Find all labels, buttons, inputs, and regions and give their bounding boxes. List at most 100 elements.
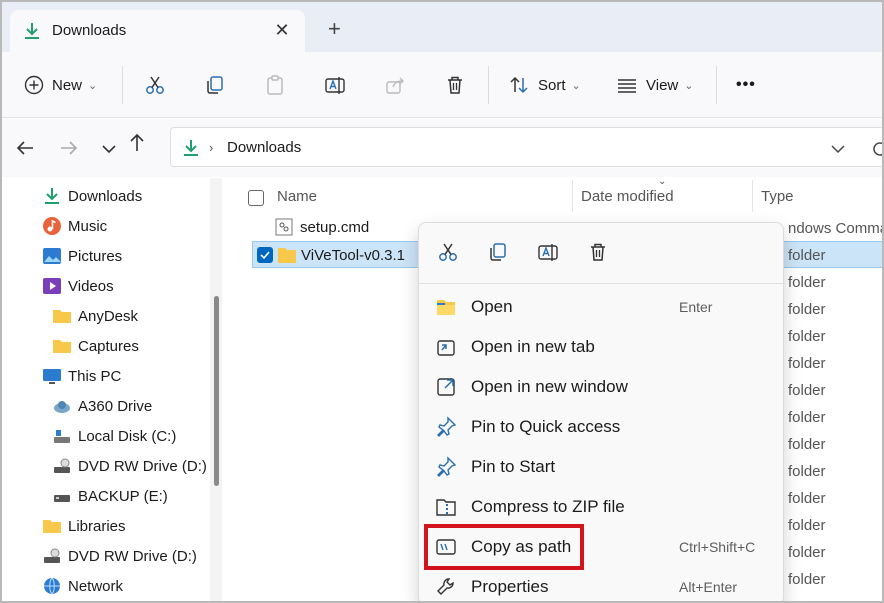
sidebar-item-backup[interactable]: BACKUP (E:) (52, 484, 168, 508)
command-bar: New ⌄ Sort ⌄ View ⌄ ••• (2, 52, 882, 118)
sidebar-item-label: DVD RW Drive (D:) (68, 547, 197, 565)
sidebar-item-label: Pictures (68, 247, 123, 265)
sidebar-item-this-pc[interactable]: This PC (42, 364, 121, 388)
tab-downloads[interactable]: Downloads ✕ (10, 10, 305, 52)
properties-icon (437, 578, 454, 595)
sidebar-item-pictures[interactable]: Pictures (42, 244, 122, 268)
highlight-annotation-box (424, 524, 584, 570)
column-header-date-modified[interactable]: Date modified (581, 188, 674, 205)
type-cell: folder (788, 409, 826, 426)
chevron-down-icon: ⌄ (571, 79, 581, 92)
sidebar-item-downloads[interactable]: Downloads (42, 184, 142, 208)
new-button[interactable]: New ⌄ (24, 72, 97, 98)
menu-item-compress-to-zip[interactable]: Compress to ZIP file (433, 488, 771, 524)
folder-icon (53, 310, 71, 323)
sidebar-item-libraries[interactable]: Libraries (42, 514, 126, 538)
menu-item-label: Compress to ZIP file (471, 497, 625, 516)
file-name: setup.cmd (300, 219, 370, 236)
new-label: New (52, 76, 83, 94)
pictures-icon (43, 248, 61, 264)
pc-icon (43, 369, 61, 384)
copy-button[interactable] (204, 72, 226, 98)
clipboard-icon (267, 75, 283, 95)
rename-icon[interactable] (537, 241, 559, 263)
menu-item-open-in-new-window[interactable]: Open in new window (433, 368, 771, 404)
row-checkbox-checked[interactable] (257, 247, 273, 263)
type-cell: folder (788, 571, 826, 588)
drive-icon (54, 495, 70, 502)
divider (122, 66, 123, 104)
download-icon (25, 23, 39, 39)
sidebar-item-captures[interactable]: Captures (52, 334, 139, 358)
sort-chevron-icon: ⌄ (658, 176, 667, 187)
sidebar-scrollbar-thumb[interactable] (214, 296, 219, 486)
pin-icon (437, 416, 457, 437)
menu-item-pin-to-quick-access[interactable]: Pin to Quick access (433, 408, 771, 444)
sidebar-item-label: DVD RW Drive (D:) (78, 457, 207, 475)
select-all-checkbox[interactable] (248, 190, 264, 206)
more-options-button[interactable]: ••• (736, 72, 756, 98)
menu-item-open-in-new-tab[interactable]: Open in new tab (433, 328, 771, 364)
sidebar-item-music[interactable]: Music (42, 214, 107, 238)
sidebar-item-dvd-drive-2[interactable]: DVD RW Drive (D:) (42, 544, 197, 568)
download-icon (45, 188, 59, 204)
column-header-name[interactable]: Name (277, 188, 317, 205)
menu-item-properties[interactable]: Properties Alt+Enter (433, 568, 771, 601)
menu-item-open[interactable]: Open Enter (433, 288, 771, 324)
sort-label: Sort (538, 76, 566, 94)
copy-icon[interactable] (487, 241, 509, 263)
rename-button[interactable] (324, 72, 346, 98)
sidebar-item-label: Music (68, 217, 108, 235)
address-bar[interactable]: › Downloads (170, 127, 884, 167)
sidebar-item-network[interactable]: Network (42, 574, 123, 598)
sidebar-item-videos[interactable]: Videos (42, 274, 114, 298)
folder-icon (278, 248, 296, 263)
tab-title: Downloads (52, 22, 127, 39)
menu-item-label: Open in new window (471, 377, 628, 396)
menu-item-pin-to-start[interactable]: Pin to Start (433, 448, 771, 484)
breadcrumb-downloads[interactable]: Downloads (227, 139, 301, 156)
view-button[interactable]: View ⌄ (616, 72, 693, 98)
menu-item-label: Properties (471, 577, 549, 596)
new-tab-button[interactable]: + (328, 18, 341, 40)
dvd-icon (44, 548, 60, 563)
paste-button[interactable] (264, 72, 286, 98)
back-arrow-icon[interactable] (14, 137, 36, 159)
type-cell: folder (788, 436, 826, 453)
videos-icon (43, 278, 61, 294)
type-cell: folder (788, 247, 826, 264)
column-divider[interactable] (572, 180, 573, 212)
network-icon (44, 577, 60, 595)
sidebar-item-anydesk[interactable]: AnyDesk (52, 304, 138, 328)
address-row: › Downloads (2, 119, 884, 177)
sort-button[interactable]: Sort ⌄ (508, 72, 581, 98)
close-tab-icon[interactable]: ✕ (272, 20, 292, 40)
zip-icon (436, 499, 456, 516)
cmd-file-icon (275, 218, 293, 236)
sidebar-item-a360-drive[interactable]: A360 Drive (52, 394, 152, 418)
recent-locations-chevron-icon[interactable] (98, 137, 120, 159)
address-dropdown-icon[interactable] (829, 140, 847, 158)
share-button[interactable] (384, 72, 406, 98)
divider (716, 66, 717, 104)
menu-item-label: Pin to Start (471, 457, 556, 476)
delete-button[interactable] (444, 72, 466, 98)
trash-icon (448, 76, 462, 94)
cut-button[interactable] (144, 72, 166, 98)
sidebar-item-label: Libraries (68, 517, 126, 535)
checkmark-icon (260, 251, 270, 260)
plus-circle-icon (24, 75, 44, 95)
menu-item-shortcut: Alt+Enter (679, 579, 737, 595)
up-arrow-icon[interactable] (126, 131, 148, 153)
refresh-icon[interactable] (871, 140, 884, 158)
sidebar-item-local-disk[interactable]: Local Disk (C:) (52, 424, 176, 448)
column-header-type[interactable]: Type (761, 188, 794, 205)
scissors-icon[interactable] (437, 241, 459, 263)
sidebar-item-dvd-drive[interactable]: DVD RW Drive (D:) (52, 454, 207, 478)
column-divider[interactable] (752, 180, 753, 212)
share-icon (386, 77, 404, 94)
type-cell: ndows Comma... (788, 220, 882, 237)
forward-arrow-icon[interactable] (58, 137, 80, 159)
scissors-icon (146, 76, 164, 94)
trash-icon[interactable] (587, 241, 609, 263)
